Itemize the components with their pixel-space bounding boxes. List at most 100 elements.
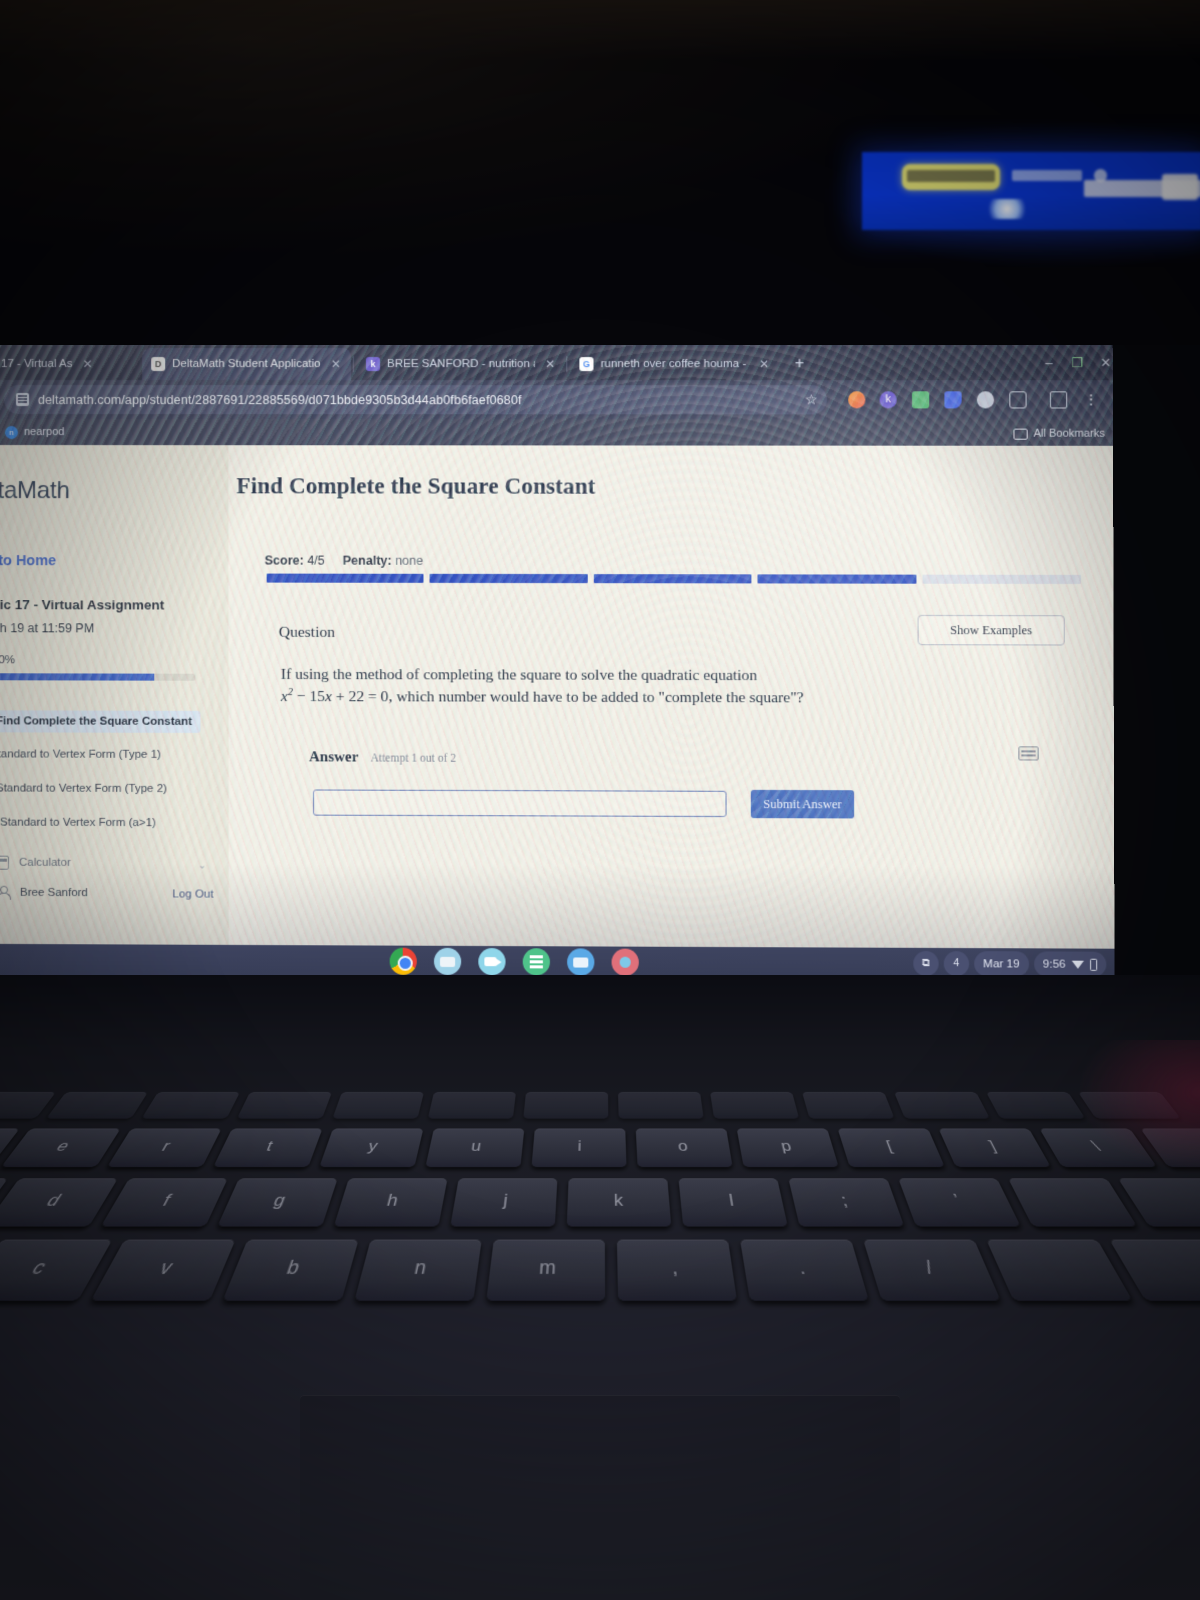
key-.[interactable]: .	[739, 1239, 869, 1301]
sidebar-item-vertex-type2[interactable]: Standard to Vertex Form (Type 2)	[0, 782, 167, 795]
key-blank[interactable]	[894, 1092, 991, 1119]
new-tab-button[interactable]: +	[790, 355, 808, 373]
key-g[interactable]: g	[217, 1178, 338, 1227]
key-/[interactable]: /	[863, 1239, 1001, 1301]
browser-tab-0[interactable]: Topic 17 - Virtual As ✕	[0, 348, 140, 380]
key-d[interactable]: d	[0, 1178, 118, 1227]
deltamath-page: DeltaMath Go to Home Topic 17 - Virtual …	[0, 445, 1115, 949]
grid-extension-icon[interactable]	[911, 391, 930, 409]
minimize-button[interactable]: –	[1038, 353, 1060, 373]
key-k[interactable]: k	[566, 1178, 672, 1227]
key-blank[interactable]	[1008, 1178, 1138, 1227]
chevron-down-icon[interactable]: ⌄	[198, 860, 206, 871]
tab-close-icon[interactable]: ✕	[82, 357, 92, 371]
key-blank[interactable]	[618, 1092, 704, 1119]
tab-close-icon[interactable]: ✕	[759, 357, 769, 371]
key-j[interactable]: j	[450, 1178, 558, 1227]
key-blank[interactable]	[332, 1092, 424, 1119]
screenshot-icon[interactable]: ⧉	[913, 950, 939, 977]
key-m[interactable]: m	[486, 1239, 606, 1301]
browser-tab-1[interactable]: D DeltaMath Student Application ✕	[142, 348, 351, 381]
close-window-button[interactable]: ✕	[1094, 353, 1114, 373]
date-label: Mar 19	[983, 957, 1020, 971]
sidebar-item-calculator[interactable]: Calculator	[0, 855, 71, 870]
key-blank[interactable]	[427, 1092, 516, 1119]
key-r[interactable]: r	[107, 1128, 222, 1168]
art-icon[interactable]	[611, 948, 639, 976]
all-bookmarks-button[interactable]: All Bookmarks	[1013, 428, 1105, 440]
kami-extension-icon[interactable]: k	[879, 391, 897, 409]
key-blank[interactable]	[46, 1092, 148, 1119]
key-e[interactable]: e	[0, 1128, 121, 1168]
tab-close-icon[interactable]: ✕	[545, 357, 555, 371]
key-;[interactable]: ;	[788, 1178, 905, 1227]
browser-tab-3[interactable]: G runneth over coffee houma - G ✕	[570, 348, 778, 380]
key-p[interactable]: p	[736, 1128, 839, 1168]
progress-segment	[922, 574, 1081, 584]
key-l[interactable]: l	[678, 1178, 788, 1227]
browser-tab-2[interactable]: k BREE SANFORD - nutrition and ✕	[357, 348, 564, 380]
tab-title: runneth over coffee houma - G	[600, 358, 749, 371]
trackpad[interactable]	[300, 1395, 900, 1600]
key-u[interactable]: u	[425, 1128, 525, 1168]
notification-count-badge[interactable]: 4	[943, 951, 969, 977]
paint-extension-icon[interactable]	[976, 391, 995, 409]
files-icon[interactable]	[567, 948, 595, 976]
profile-avatar-icon[interactable]	[848, 391, 866, 409]
key-,[interactable]: ,	[616, 1239, 738, 1301]
sidebar-item-vertex-agt1[interactable]: Standard to Vertex Form (a>1)	[0, 817, 156, 830]
shield-extension-icon[interactable]	[944, 391, 962, 409]
key-y[interactable]: y	[319, 1128, 424, 1168]
browser-menu-icon[interactable]: ⋮	[1082, 391, 1099, 408]
key-t[interactable]: t	[213, 1128, 323, 1168]
cast-icon[interactable]	[1009, 391, 1027, 409]
sidebar-user[interactable]: Bree Sanford	[0, 886, 88, 900]
keyboard-row: wertyuiop[]\	[0, 1128, 1200, 1168]
meet-icon[interactable]	[478, 947, 506, 976]
key-][interactable]: ]	[938, 1128, 1051, 1168]
red-light-reflection	[1080, 1040, 1200, 1170]
key-blank[interactable]	[710, 1092, 800, 1119]
keyboard[interactable]: wertyuiop[]\ sdfghjkl;’ xcvbnm,./	[0, 1092, 1200, 1349]
key-v[interactable]: v	[90, 1239, 236, 1301]
key-[[interactable]: [	[837, 1128, 945, 1168]
key-h[interactable]: h	[333, 1178, 448, 1227]
key-blank[interactable]	[986, 1239, 1133, 1301]
tab-close-icon[interactable]: ✕	[331, 357, 341, 371]
key-blank[interactable]	[141, 1092, 240, 1119]
kami-favicon: k	[365, 357, 381, 372]
tray-status[interactable]: 9:56	[1033, 951, 1107, 977]
key-o[interactable]: o	[635, 1128, 733, 1168]
maximize-button[interactable]: ❐	[1066, 353, 1088, 373]
bookmark-nearpod[interactable]: n nearpod	[4, 425, 64, 439]
bookmark-star-icon[interactable]: ☆	[803, 391, 820, 408]
submit-answer-button[interactable]: Submit Answer	[750, 789, 855, 819]
sidebar-item-label: Standard to Vertex Form (Type 1)	[0, 748, 161, 761]
sidebar-item-find-complete-square[interactable]: Find Complete the Square Constant	[0, 710, 200, 733]
key-blank[interactable]	[236, 1092, 332, 1119]
show-examples-button[interactable]: Show Examples	[917, 614, 1065, 646]
chrome-icon[interactable]	[389, 947, 417, 975]
math-keyboard-icon[interactable]	[1018, 746, 1039, 761]
key-i[interactable]: i	[531, 1128, 627, 1168]
sidebar-item-vertex-type1[interactable]: Standard to Vertex Form (Type 1)	[0, 748, 161, 761]
key-n[interactable]: n	[354, 1239, 482, 1301]
deltamath-favicon: D	[151, 357, 166, 372]
system-tray[interactable]: ⧉ 4 Mar 19 9:56	[913, 950, 1107, 977]
gmail-icon[interactable]	[433, 947, 462, 976]
assignment-due-date: March 19 at 11:59 PM	[0, 621, 95, 636]
sheets-icon[interactable]	[522, 948, 550, 976]
key-’[interactable]: ’	[898, 1178, 1021, 1227]
key-f[interactable]: f	[100, 1178, 228, 1227]
reading-list-icon[interactable]	[1049, 391, 1068, 409]
key-b[interactable]: b	[222, 1239, 359, 1301]
key-blank[interactable]	[523, 1092, 609, 1119]
tray-date[interactable]: Mar 19	[973, 951, 1029, 977]
key-blank[interactable]	[802, 1092, 895, 1119]
log-out-link[interactable]: Log Out	[172, 888, 213, 900]
key-blank[interactable]	[986, 1092, 1086, 1119]
answer-input[interactable]	[313, 789, 727, 818]
address-bar[interactable]: deltamath.com/app/student/2887691/228855…	[3, 385, 827, 415]
go-to-home-link[interactable]: Go to Home	[0, 553, 56, 569]
page-info-icon[interactable]	[15, 393, 30, 407]
